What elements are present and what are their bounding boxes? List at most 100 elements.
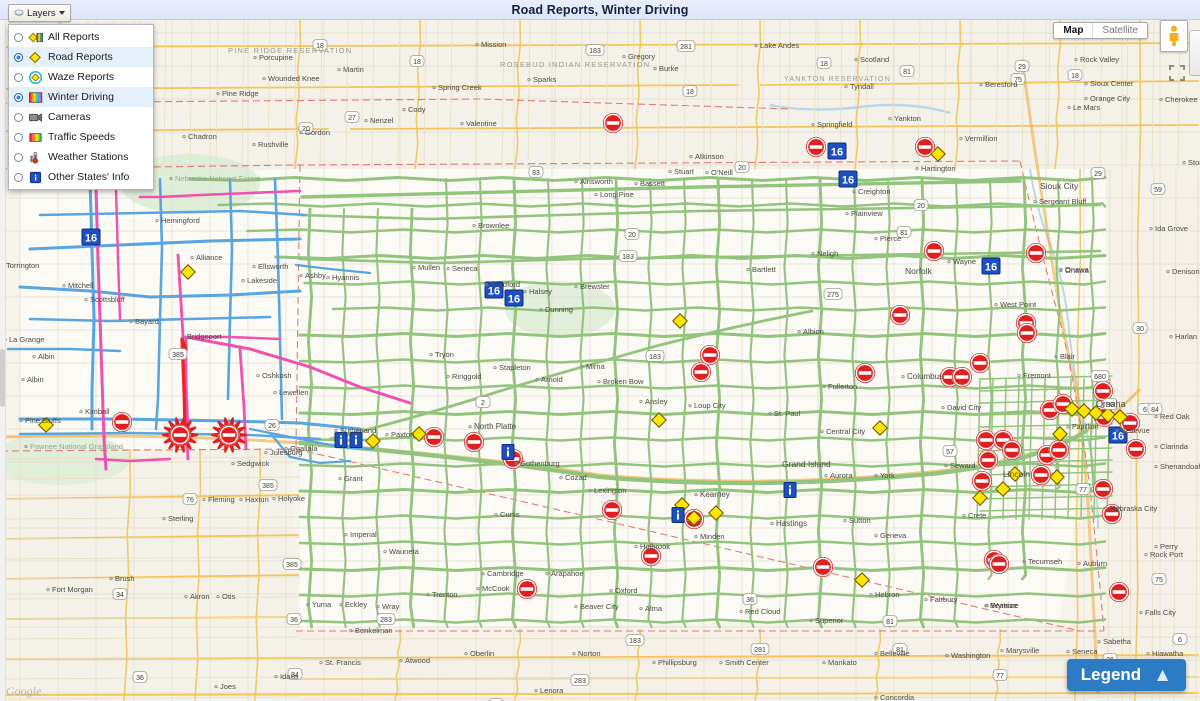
road-closed-marker[interactable] <box>1025 242 1047 264</box>
city-label: Bartlett <box>752 265 777 274</box>
road-closed-marker[interactable] <box>805 136 827 158</box>
road-closed-marker[interactable] <box>951 366 973 388</box>
layer-radio[interactable] <box>14 52 23 62</box>
layer-option-all-reports[interactable]: All Reports <box>9 27 153 47</box>
layer-option-winter-driving[interactable]: Winter Driving <box>9 87 153 107</box>
city-label: Torrington <box>6 261 39 270</box>
road-closed-marker[interactable] <box>1125 438 1147 460</box>
layer-radio[interactable] <box>14 92 23 102</box>
city-label: Red Cloud <box>745 607 780 616</box>
svg-text:16: 16 <box>985 262 997 274</box>
layer-option-weather-stations[interactable]: Weather Stations <box>9 147 153 167</box>
layer-radio[interactable] <box>14 132 23 142</box>
route-shield: 29 <box>1014 60 1030 72</box>
road-closed-marker[interactable] <box>923 240 945 262</box>
road-closed-marker[interactable] <box>1092 380 1114 402</box>
road-closed-marker[interactable] <box>463 431 485 453</box>
city-label: Wayne <box>953 257 976 266</box>
layers-icon <box>14 9 24 17</box>
road-closed-marker[interactable] <box>812 556 834 578</box>
layers-panel[interactable]: All Reports Road Reports Waze Reports Winte… <box>8 24 154 190</box>
state-info-shield-marker[interactable]: 16 <box>838 170 858 188</box>
road-closed-marker[interactable] <box>1108 581 1130 603</box>
city-label: Seneca <box>1072 647 1098 656</box>
map-canvas[interactable]: 16 16 16 16 16 16 16 18 18 183 281 18 81 29 75 18 18 20 27… <box>0 19 1200 701</box>
layer-radio[interactable] <box>14 72 23 82</box>
road-closed-marker[interactable] <box>1092 478 1114 500</box>
layer-radio[interactable] <box>14 172 23 182</box>
scrollbar-thumb[interactable] <box>0 349 5 407</box>
layer-radio[interactable] <box>14 152 23 162</box>
svg-text:281: 281 <box>680 44 692 51</box>
state-info-shield-marker[interactable]: 16 <box>81 228 101 246</box>
layers-button[interactable]: Layers <box>8 4 71 22</box>
state-info-shield-marker[interactable]: 16 <box>504 289 524 307</box>
road-closed-marker[interactable] <box>601 499 623 521</box>
other-state-info-marker[interactable] <box>783 482 797 498</box>
city-label: Bassett <box>640 179 666 188</box>
city-label: Grand Island <box>782 459 831 469</box>
city-label: Benkelman <box>355 626 393 635</box>
road-closed-marker[interactable] <box>854 362 876 384</box>
layer-option-other-states-info[interactable]: Other States' Info <box>9 167 153 187</box>
other-state-info-marker[interactable] <box>501 444 515 460</box>
legend-button[interactable]: Legend ▲ <box>1066 659 1186 691</box>
color-bars-icon <box>28 91 43 104</box>
road-closed-marker[interactable] <box>1048 439 1070 461</box>
road-closed-marker[interactable] <box>423 426 445 448</box>
city-label: Marysville <box>1006 646 1039 655</box>
layer-option-waze-reports[interactable]: Waze Reports <box>9 67 153 87</box>
layer-option-road-reports[interactable]: Road Reports <box>9 47 153 67</box>
city-label: Neligh <box>817 249 838 258</box>
all-reports-icon <box>28 31 43 44</box>
map-type-switch[interactable]: Map Satellite <box>1053 22 1148 39</box>
city-label: Pawnee National Grassland <box>30 442 123 451</box>
city-label: Tryon <box>435 350 454 359</box>
road-closed-marker[interactable] <box>889 304 911 326</box>
city-label: Scotland <box>860 55 889 64</box>
state-info-shield-marker[interactable]: 16 <box>827 142 847 160</box>
fullscreen-icon[interactable] <box>1166 62 1188 84</box>
city-label: Wymore <box>991 601 1019 610</box>
road-closed-marker[interactable] <box>977 449 999 471</box>
svg-text:18: 18 <box>686 89 694 96</box>
road-closed-marker[interactable] <box>1016 322 1038 344</box>
thermometer-icon <box>28 151 43 164</box>
city-label: Denison <box>1172 267 1200 276</box>
layer-option-traffic-speeds[interactable]: Traffic Speeds <box>9 127 153 147</box>
map-type-map[interactable]: Map <box>1054 23 1093 38</box>
city-label: Lenora <box>540 686 564 695</box>
road-closed-marker[interactable] <box>969 352 991 374</box>
city-label: Cambridge <box>487 569 524 578</box>
road-closed-marker[interactable] <box>988 553 1010 575</box>
road-closed-marker[interactable] <box>111 411 133 433</box>
state-info-shield-marker[interactable]: 16 <box>981 257 1001 275</box>
road-closed-marker[interactable] <box>971 470 993 492</box>
city-label: Plainview <box>851 209 883 218</box>
svg-text:36: 36 <box>136 675 144 682</box>
layer-radio[interactable] <box>14 32 23 42</box>
layer-option-cameras[interactable]: Cameras <box>9 107 153 127</box>
panel-toggle-icon[interactable] <box>1189 30 1200 76</box>
city-label: Pine Bluffs <box>25 416 61 425</box>
road-closed-marker[interactable] <box>690 361 712 383</box>
other-state-info-marker[interactable] <box>671 507 685 523</box>
city-label: O'Neill <box>711 168 733 177</box>
road-closed-marker[interactable] <box>169 424 191 446</box>
road-closed-marker[interactable] <box>1030 464 1052 486</box>
road-closed-marker[interactable] <box>218 424 240 446</box>
svg-text:30: 30 <box>1136 326 1144 333</box>
map-type-satellite[interactable]: Satellite <box>1092 23 1147 38</box>
city-label: Eckley <box>345 600 367 609</box>
city-label: Phillipsburg <box>658 658 697 667</box>
page-scrollbar[interactable] <box>0 19 6 701</box>
layer-radio[interactable] <box>14 112 23 122</box>
road-closed-marker[interactable] <box>602 112 624 134</box>
road-closed-marker[interactable] <box>699 344 721 366</box>
street-view-pegman-icon[interactable] <box>1160 20 1188 52</box>
road-closed-marker[interactable] <box>516 578 538 600</box>
road-closed-marker[interactable] <box>1001 439 1023 461</box>
route-shield: 385 <box>168 348 188 360</box>
city-label: ROSEBUD INDIAN RESERVATION <box>500 60 650 69</box>
layer-option-label: Road Reports <box>48 51 113 63</box>
